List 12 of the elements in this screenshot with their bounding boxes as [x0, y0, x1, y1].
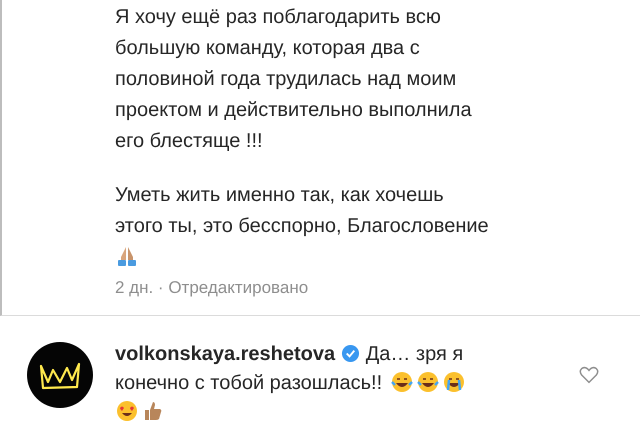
- laughing-face-icon: [416, 370, 440, 394]
- laughing-face-icon: [390, 370, 414, 394]
- like-heart-icon[interactable]: [578, 364, 600, 386]
- heart-eyes-face-icon: [115, 399, 139, 423]
- comment-meta: 2 дн. · Отредактировано: [115, 278, 310, 298]
- comment-text: Уметь жить именно так, как хочешь этого ты, это бесспорно, Благословение: [115, 183, 490, 239]
- avatar-crown-icon[interactable]: [27, 342, 93, 408]
- reply-text: конечно с тобой разошлась!!: [115, 372, 382, 394]
- username-link[interactable]: volkonskaya.reshetova: [115, 343, 336, 365]
- reply-text: Да… зря я: [366, 343, 464, 365]
- crying-face-icon: [442, 370, 466, 394]
- comment-text: Я хочу ещё раз поблагодарить всю большую команду, которая два с половиной года трудилась над моим проектом и действительно выполнила его блестяще !!!: [115, 5, 473, 154]
